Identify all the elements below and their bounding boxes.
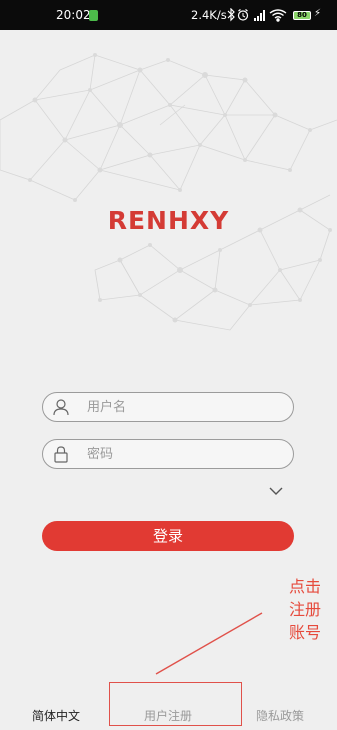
status-time: 20:02 [56,8,91,22]
password-field[interactable] [42,439,294,469]
bluetooth-icon [227,8,235,22]
user-icon [53,399,69,416]
annotation-line: 账号 [289,623,322,642]
password-input[interactable] [87,444,282,464]
annotation-arrow [155,612,263,675]
app-logo: RENHXY [107,206,230,235]
charging-icon: ⚡ [314,8,322,19]
login-screen: 20:02 2.4K/s 80 ⚡ RENHXY 用户名 登录 点击 注册 账号… [0,0,337,730]
annotation-line: 点击 [289,577,322,596]
username-field[interactable] [42,392,294,422]
status-icons [227,8,287,22]
username-input[interactable] [87,397,282,417]
battery-icon: 80 [293,11,311,20]
language-link[interactable]: 简体中文 [32,707,80,724]
annotation-line: 注册 [289,600,322,619]
lock-icon [54,446,68,463]
login-button[interactable]: 登录 [42,521,294,551]
annotation-text: 点击 注册 账号 [289,575,333,644]
register-link[interactable]: 用户注册 [144,707,192,724]
chevron-down-icon[interactable] [268,486,284,496]
network-background [0,53,337,331]
alarm-icon [237,9,249,21]
privacy-policy-link[interactable]: 隐私政策 [256,707,304,724]
wifi-icon [269,9,287,22]
network-speed: 2.4K/s [191,8,227,22]
notification-app-icon [89,10,98,21]
status-bar: 20:02 2.4K/s 80 ⚡ [0,0,337,30]
signal-icon [254,10,265,21]
